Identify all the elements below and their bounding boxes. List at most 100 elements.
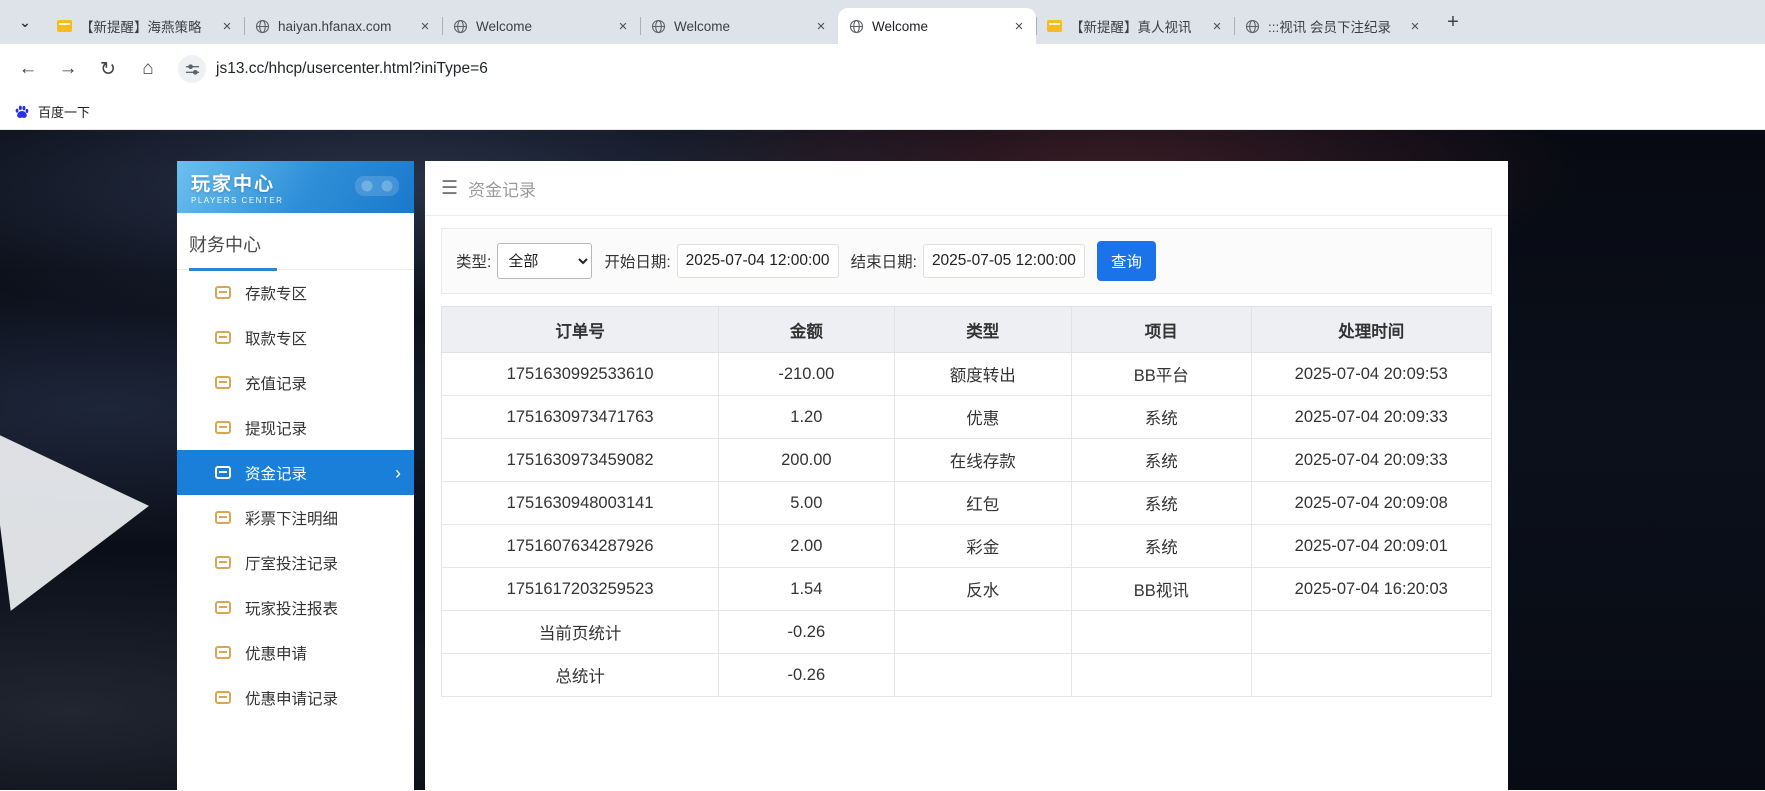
tab-close-icon[interactable]: × [1208, 17, 1226, 35]
type-select[interactable]: 全部 [497, 243, 592, 279]
table-cell: 1751630973459082 [442, 439, 719, 482]
tab-title: 【新提醒】真人视讯 [1070, 16, 1200, 36]
chevron-down-icon: ⌄ [19, 14, 31, 31]
table-cell: 系统 [1071, 439, 1251, 482]
column-header: 类型 [894, 307, 1071, 353]
tab-close-icon[interactable]: × [614, 17, 632, 35]
chevron-right-icon: › [395, 464, 401, 482]
main-header: ☰ 资金记录 [425, 161, 1508, 216]
sidebar-menu-item[interactable]: 存款专区 › [177, 270, 414, 315]
table-cell: 1751630992533610 [442, 353, 719, 396]
table-cell: 2025-07-04 20:09:33 [1251, 396, 1491, 439]
table-cell: 2025-07-04 20:09:53 [1251, 353, 1491, 396]
table-cell [1251, 611, 1491, 654]
tab-search-button[interactable]: ⌄ [10, 7, 40, 37]
message-icon [57, 20, 72, 32]
deposit-zone-icon [215, 286, 231, 299]
table-cell [1071, 611, 1251, 654]
table-cell [894, 654, 1071, 697]
tab-title: 【新提醒】海燕策略 [80, 16, 210, 36]
sidebar-menu-item[interactable]: 资金记录 › [177, 450, 414, 495]
table-row: 17516076342879262.00彩金系统2025-07-04 20:09… [442, 525, 1492, 568]
table-row: 当前页统计-0.26 [442, 611, 1492, 654]
table-row: 总统计-0.26 [442, 654, 1492, 697]
recharge-records-icon [215, 376, 231, 389]
tab-close-icon[interactable]: × [812, 17, 830, 35]
sidebar-menu-item[interactable]: 优惠申请记录 › [177, 675, 414, 720]
table-cell: -0.26 [719, 654, 894, 697]
table-cell: 1751630973471763 [442, 396, 719, 439]
browser-chrome: ⌄ 【新提醒】海燕策略 × [0, 0, 1765, 130]
column-header: 处理时间 [1251, 307, 1491, 353]
home-icon: ⌂ [142, 58, 153, 80]
home-button[interactable]: ⌂ [130, 51, 166, 87]
tab-title: Welcome [674, 19, 804, 34]
menu-item-label: 存款专区 [245, 282, 307, 304]
gamepad-icon [354, 172, 400, 200]
baidu-icon [14, 104, 30, 120]
table-cell: 1751617203259523 [442, 568, 719, 611]
browser-tab[interactable]: :::视讯 会员下注纪录 × [1234, 8, 1432, 44]
menu-item-label: 彩票下注明细 [245, 507, 338, 529]
query-button[interactable]: 查询 [1097, 241, 1156, 281]
tab-favicon [650, 18, 666, 34]
hall-bet-records-icon [215, 556, 231, 569]
sidebar-menu-item[interactable]: 彩票下注明细 › [177, 495, 414, 540]
withdraw-zone-icon [215, 331, 231, 344]
hamburger-icon[interactable]: ☰ [441, 177, 458, 200]
promo-application-records-icon [215, 691, 231, 704]
end-date-label: 结束日期: [851, 250, 917, 272]
browser-tab[interactable]: Welcome × [838, 8, 1036, 44]
browser-tab[interactable]: Welcome × [442, 8, 640, 44]
bookmark-baidu[interactable]: 百度一下 [14, 102, 90, 121]
browser-tab[interactable]: 【新提醒】真人视讯 × [1036, 8, 1234, 44]
table-row: 1751630973459082200.00在线存款系统2025-07-04 2… [442, 439, 1492, 482]
page-viewport: 玩家中心 PLAYERS CENTER 财务中心 存款专区 › 取款专区 › [0, 130, 1765, 790]
tab-favicon [1244, 18, 1260, 34]
table-cell: 优惠 [894, 396, 1071, 439]
back-icon: ← [19, 58, 38, 80]
tab-close-icon[interactable]: × [416, 17, 434, 35]
table-cell: 1751630948003141 [442, 482, 719, 525]
browser-tab[interactable]: 【新提醒】海燕策略 × [46, 8, 244, 44]
sidebar-menu-item[interactable]: 取款专区 › [177, 315, 414, 360]
table-cell: 2025-07-04 20:09:33 [1251, 439, 1491, 482]
bookmarks-bar: 百度一下 [0, 94, 1765, 130]
table-cell [894, 611, 1071, 654]
back-button[interactable]: ← [10, 51, 46, 87]
browser-tab[interactable]: haiyan.hfanax.com × [244, 8, 442, 44]
table-cell: -0.26 [719, 611, 894, 654]
forward-button[interactable]: → [50, 51, 86, 87]
end-date-input[interactable] [923, 244, 1085, 278]
table-cell: 当前页统计 [442, 611, 719, 654]
start-date-input[interactable] [677, 244, 839, 278]
sidebar-section-title: 财务中心 [177, 213, 414, 270]
tab-close-icon[interactable]: × [1010, 17, 1028, 35]
table-cell: 系统 [1071, 482, 1251, 525]
globe-icon [453, 19, 468, 34]
sidebar-menu-item[interactable]: 玩家投注报表 › [177, 585, 414, 630]
player-bet-report-icon [215, 601, 231, 614]
table-cell [1251, 654, 1491, 697]
browser-navbar: ← → ↻ ⌂ js13.cc/hhcp/usercenter.html?ini… [0, 44, 1765, 94]
sidebar-menu-item[interactable]: 提现记录 › [177, 405, 414, 450]
globe-icon [1245, 19, 1260, 34]
tab-favicon [848, 18, 864, 34]
tab-strip: ⌄ 【新提醒】海燕策略 × [0, 0, 1765, 44]
sidebar-menu-item[interactable]: 充值记录 › [177, 360, 414, 405]
site-info-button[interactable] [178, 55, 206, 83]
table-cell: 2025-07-04 20:09:08 [1251, 482, 1491, 525]
url-text: js13.cc/hhcp/usercenter.html?iniType=6 [216, 60, 488, 78]
sidebar-menu-item[interactable]: 厅室投注记录 › [177, 540, 414, 585]
menu-item-label: 玩家投注报表 [245, 597, 338, 619]
reload-button[interactable]: ↻ [90, 51, 126, 87]
tab-close-icon[interactable]: × [1406, 17, 1424, 35]
browser-tab[interactable]: Welcome × [640, 8, 838, 44]
tab-title: Welcome [476, 19, 606, 34]
menu-item-label: 资金记录 [245, 462, 307, 484]
address-bar[interactable]: js13.cc/hhcp/usercenter.html?iniType=6 [178, 55, 1755, 83]
tab-close-icon[interactable]: × [218, 17, 236, 35]
reload-icon: ↻ [100, 58, 116, 81]
new-tab-button[interactable]: + [1438, 7, 1468, 37]
sidebar-menu-item[interactable]: 优惠申请 › [177, 630, 414, 675]
